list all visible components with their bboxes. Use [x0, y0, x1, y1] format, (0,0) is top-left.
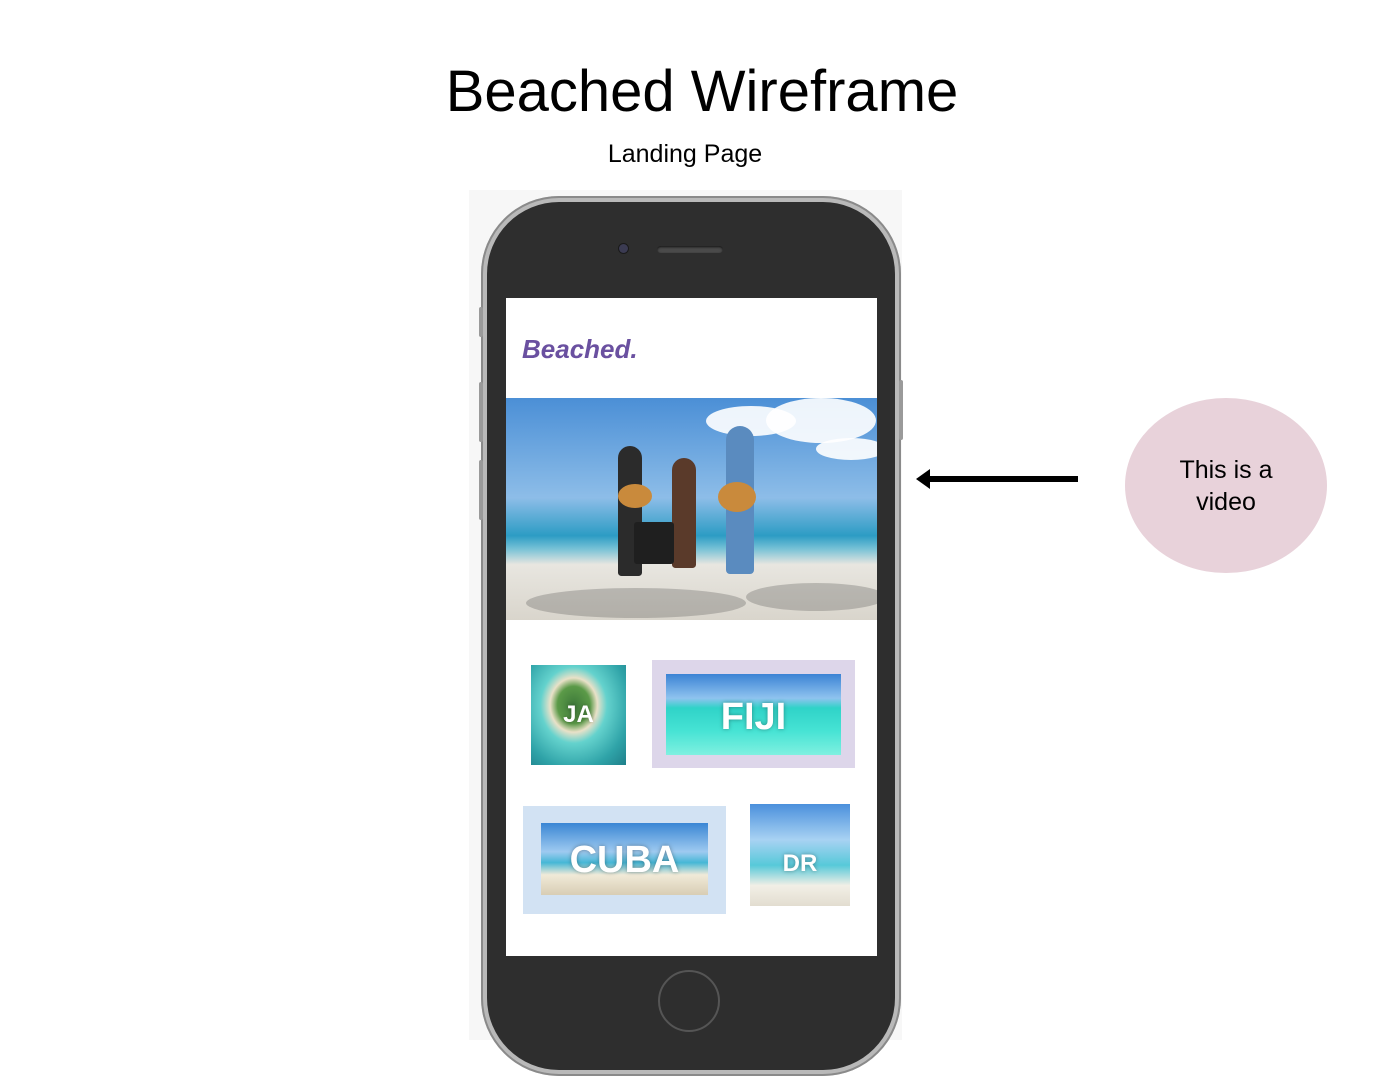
palm-shadow [746, 583, 877, 611]
destination-tile-ja[interactable]: JA [531, 665, 626, 765]
destination-label: FIJI [720, 696, 787, 738]
earpiece-speaker [657, 246, 723, 253]
front-camera-icon [619, 244, 628, 253]
home-button[interactable] [658, 970, 720, 1032]
destination-label: DR [782, 850, 818, 877]
annotation-bubble: This is a video [1125, 398, 1327, 573]
page-subtitle: Landing Page [607, 140, 763, 168]
destination-label: CUBA [569, 839, 680, 881]
musician-figure [672, 458, 696, 568]
hero-video[interactable] [506, 398, 877, 620]
mute-switch [479, 307, 483, 337]
brand-logo[interactable]: Beached. [522, 334, 638, 365]
destination-label: JA [563, 701, 594, 728]
phone-screen: Beached. JA FIJI CUBA DR [506, 298, 877, 956]
guitar-shape [618, 484, 652, 508]
annotation-arrow [924, 476, 1078, 482]
volume-up-button [479, 382, 483, 442]
volume-down-button [479, 460, 483, 520]
destination-tile-fiji[interactable]: FIJI [666, 674, 841, 755]
cloud-shape [816, 438, 877, 460]
power-button [899, 380, 903, 440]
annotation-text: This is a video [1179, 455, 1273, 516]
arrow-head-icon [916, 469, 930, 489]
guitar-shape [718, 482, 756, 512]
page-title: Beached Wireframe [445, 59, 959, 124]
destination-tile-cuba[interactable]: CUBA [541, 823, 708, 895]
palm-shadow [526, 588, 746, 618]
cloud-shape [766, 398, 876, 443]
destination-tile-dr[interactable]: DR [750, 804, 850, 906]
amplifier-shape [634, 522, 674, 564]
